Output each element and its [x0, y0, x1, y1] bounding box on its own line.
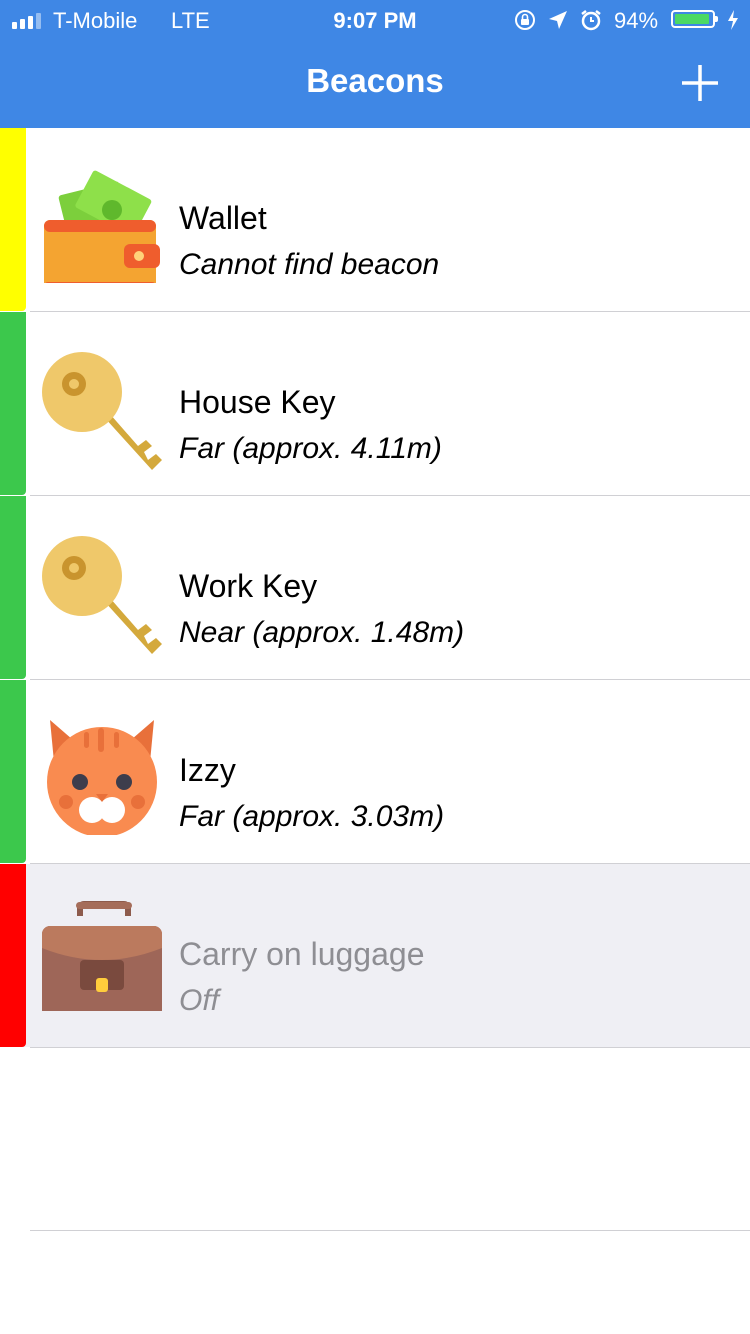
beacon-row-izzy[interactable]: Izzy Far (approx. 3.03m)	[0, 680, 750, 863]
beacon-name: Work Key	[179, 568, 318, 604]
location-arrow-icon	[549, 11, 567, 29]
status-indicator-yellow	[0, 128, 26, 311]
beacon-name: Izzy	[179, 752, 236, 788]
briefcase-icon	[42, 901, 162, 1011]
status-indicator-green	[0, 312, 26, 495]
status-indicator-green	[0, 496, 26, 679]
orientation-lock-icon	[515, 10, 535, 30]
status-icons	[513, 8, 603, 32]
beacon-row-work-key[interactable]: Work Key Near (approx. 1.48m)	[0, 496, 750, 679]
beacon-name: Wallet	[179, 200, 267, 236]
cat-icon	[47, 720, 157, 835]
charging-bolt-icon	[728, 10, 738, 30]
beacon-row-house-key[interactable]: House Key Far (approx. 4.11m)	[0, 312, 750, 495]
navigation-bar: T-Mobile LTE 9:07 PM 94% Beacons	[0, 0, 750, 128]
empty-row-divider	[30, 1230, 750, 1231]
beacon-name: Carry on luggage	[179, 936, 425, 972]
beacon-status: Near (approx. 1.48m)	[179, 616, 465, 649]
beacon-name: House Key	[179, 384, 336, 420]
wallet-icon	[44, 170, 160, 283]
beacon-status: Far (approx. 4.11m)	[179, 432, 442, 465]
page-title: Beacons	[306, 62, 444, 99]
beacon-row-carry-on-luggage[interactable]: Carry on luggage Off	[0, 864, 750, 1047]
status-indicator-green	[0, 680, 26, 863]
battery-percent: 94%	[614, 8, 659, 33]
beacon-status: Far (approx. 3.03m)	[179, 800, 445, 833]
beacon-row-wallet[interactable]: Wallet Cannot find beacon	[0, 128, 750, 311]
add-beacon-button[interactable]	[680, 63, 720, 103]
beacon-status: Cannot find beacon	[179, 248, 440, 281]
status-bar: T-Mobile LTE 9:07 PM 94%	[0, 0, 750, 40]
beacon-status: Off	[179, 984, 220, 1017]
key-icon	[42, 352, 162, 470]
status-indicator-red	[0, 864, 26, 1047]
row-divider	[30, 1047, 750, 1048]
battery-icon	[671, 10, 718, 28]
key-icon	[42, 536, 162, 654]
alarm-icon	[581, 10, 601, 31]
beacon-list: Wallet Cannot find beacon House Key Far …	[0, 128, 750, 1048]
